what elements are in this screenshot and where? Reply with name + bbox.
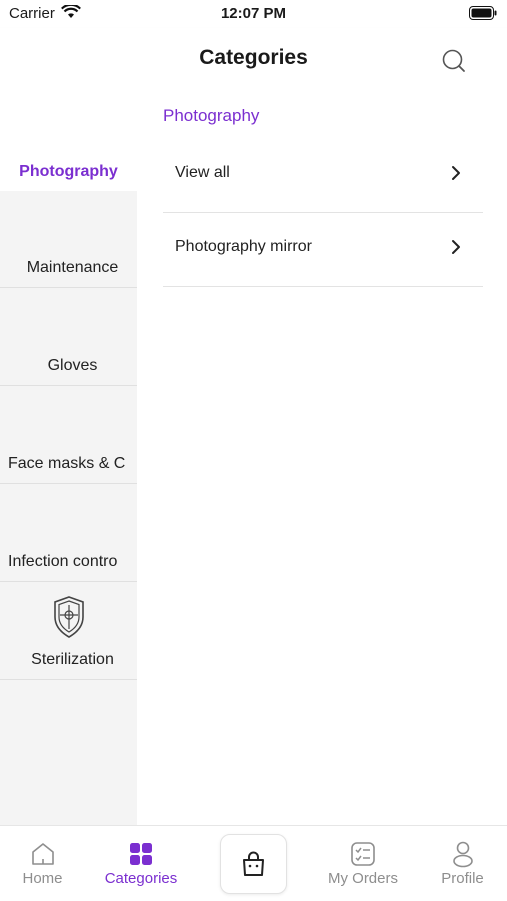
tab-profile[interactable]: Profile [420, 826, 505, 901]
list-item-view-all[interactable]: View all [163, 140, 483, 213]
list-item-label: Photography mirror [175, 238, 312, 255]
chevron-right-icon [451, 165, 461, 181]
sidebar-item-gloves[interactable]: Gloves [0, 289, 137, 386]
sidebar-item-label: Gloves [47, 357, 98, 374]
sidebar-item-maintenance[interactable]: Maintenance [0, 191, 137, 288]
search-icon[interactable] [441, 48, 467, 74]
page-title: Categories [199, 46, 308, 69]
nav-header: Categories [0, 28, 507, 94]
list-item-photography-mirror[interactable]: Photography mirror [163, 214, 483, 287]
status-bar: Carrier 12:07 PM [0, 0, 507, 28]
sidebar-item-photography[interactable]: Photography [0, 94, 137, 191]
tab-categories[interactable]: Categories [93, 826, 189, 901]
bag-button[interactable] [220, 834, 287, 894]
sidebar-item-face-masks[interactable]: Face masks & C [0, 387, 137, 484]
section-title: Photography [163, 106, 260, 125]
list-item-label: View all [175, 164, 230, 181]
sidebar-item-infection-control[interactable]: Infection contro [0, 485, 137, 582]
tab-label: My Orders [327, 870, 398, 887]
battery-icon [469, 6, 497, 25]
grid-icon [127, 840, 155, 868]
sidebar-item-label: Maintenance [26, 259, 119, 276]
category-content: Photography View all Photography mirror [137, 94, 507, 825]
sidebar-item-sterilization[interactable]: Sterilization [0, 583, 137, 680]
chevron-right-icon [451, 239, 461, 255]
home-icon [29, 840, 57, 868]
sidebar-item-label: Photography [19, 163, 118, 180]
shield-icon [52, 595, 86, 639]
sidebar-item-label: Sterilization [31, 651, 114, 668]
orders-icon [349, 840, 377, 868]
category-sidebar: Photography Maintenance Gloves Face mask… [0, 94, 137, 825]
sidebar-item-label: Infection contro [8, 553, 118, 570]
bag-icon [243, 851, 264, 876]
tab-bar: Home Categories My Orders Profile [0, 825, 507, 900]
profile-icon [449, 840, 477, 868]
sidebar-item-label: Face masks & C [8, 455, 126, 472]
tab-label: Home [22, 870, 63, 887]
tab-my-orders[interactable]: My Orders [318, 826, 408, 901]
tab-home[interactable]: Home [0, 826, 85, 901]
tab-label: Categories [104, 870, 178, 887]
clock: 12:07 PM [220, 5, 287, 22]
tab-label: Profile [441, 870, 484, 887]
